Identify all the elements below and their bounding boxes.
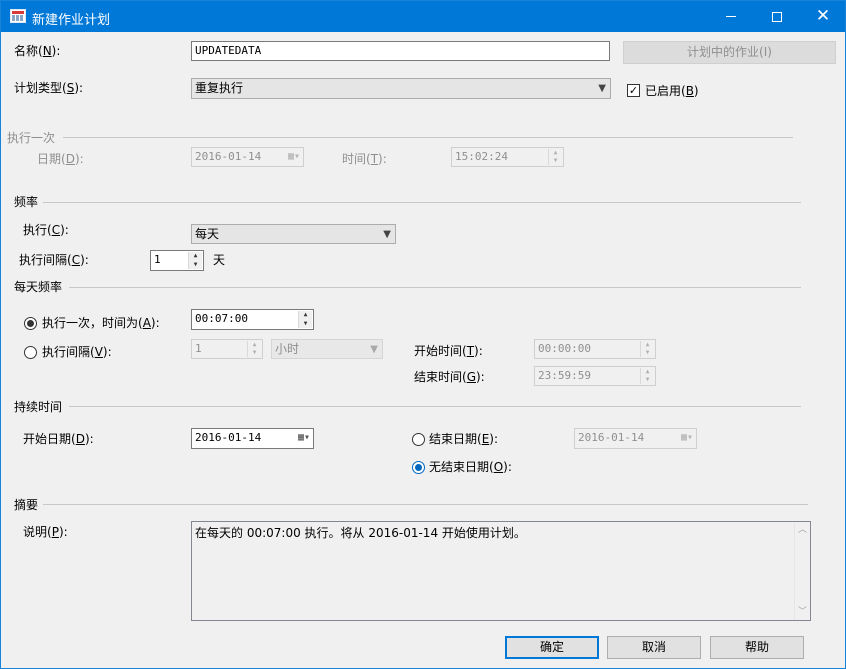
daily-frequency-divider [69, 287, 801, 288]
duration-header: 持续时间 [14, 400, 63, 414]
frequency-header: 频率 [14, 195, 39, 209]
help-button[interactable]: 帮助 [710, 636, 804, 659]
description-textarea[interactable]: 在每天的 00:07:00 执行。将从 2016-01-14 开始使用计划。 ︿… [191, 521, 811, 621]
summary-divider [43, 504, 808, 505]
title-bar: 新建作业计划 ✕ [1, 1, 845, 32]
one-time-time-input[interactable]: 15:02:24 ▲ ▼ [451, 147, 564, 167]
end-date-radio[interactable] [412, 433, 425, 446]
description-label: 说明(P): [23, 525, 68, 539]
end-time-label: 结束时间(G): [414, 370, 485, 384]
end-date-picker[interactable]: 2016-01-14 ▦▾ [574, 428, 697, 449]
spin-updown-icon[interactable]: ▲ ▼ [298, 311, 312, 328]
spin-updown-icon[interactable]: ▲ ▼ [640, 341, 654, 357]
no-end-date-radio[interactable] [412, 461, 425, 474]
occurs-once-radio[interactable] [24, 317, 37, 330]
end-time-input[interactable]: 23:59:59 ▲ ▼ [534, 366, 656, 386]
one-time-date-picker[interactable]: 2016-01-14 ▦▾ [191, 147, 304, 167]
summary-header: 摘要 [14, 498, 39, 512]
one-time-time-label: 时间(T): [342, 152, 387, 166]
occurs-every-radio[interactable] [24, 346, 37, 359]
schedule-type-label: 计划类型(S): [14, 81, 84, 95]
spin-updown-icon[interactable]: ▲ ▼ [188, 252, 202, 269]
name-label: 名称(N): [14, 44, 61, 58]
close-button[interactable]: ✕ [800, 1, 846, 32]
maximize-button[interactable] [754, 1, 800, 32]
one-time-header: 执行一次 [7, 131, 56, 145]
window-title: 新建作业计划 [32, 13, 111, 28]
ok-button[interactable]: 确定 [505, 636, 599, 659]
cancel-button[interactable]: 取消 [607, 636, 701, 659]
enabled-label: 已启用(B) [645, 84, 699, 98]
occurs-every-unit-select[interactable]: 小时 ▼ [271, 339, 383, 359]
chevron-down-icon: ▼ [598, 83, 606, 94]
checkmark-icon: ✓ [628, 84, 639, 97]
start-time-label: 开始时间(T): [414, 344, 483, 358]
schedule-type-select[interactable]: 重复执行 ▼ [191, 78, 611, 99]
schedule-dialog: 新建作业计划 ✕ 名称(N): UPDATEDATA 计划中的作业(I) 计划类… [0, 0, 846, 669]
occurs-once-label: 执行一次，时间为(A): [42, 316, 160, 330]
jobs-in-schedule-button[interactable]: 计划中的作业(I) [623, 41, 836, 64]
description-scrollbar[interactable]: ︿ ﹀ [794, 522, 810, 620]
scroll-up-icon[interactable]: ︿ [795, 522, 810, 538]
occurs-every-label: 执行间隔(V): [42, 345, 112, 359]
end-date-label: 结束日期(E): [429, 432, 499, 446]
description-text: 在每天的 00:07:00 执行。将从 2016-01-14 开始使用计划。 [195, 526, 526, 540]
enabled-checkbox[interactable]: ✓ [627, 84, 640, 97]
occurs-once-time-input[interactable]: 00:07:00 ▲ ▼ [191, 309, 314, 330]
occurs-select[interactable]: 每天 ▼ [191, 224, 396, 244]
calendar-icon[interactable]: ▦▾ [298, 431, 310, 445]
frequency-divider [43, 202, 801, 203]
spin-updown-icon[interactable]: ▲ ▼ [548, 149, 562, 165]
recurs-input[interactable]: 1 ▲ ▼ [150, 250, 204, 271]
start-date-picker[interactable]: 2016-01-14 ▦▾ [191, 428, 314, 449]
recurs-unit: 天 [213, 253, 226, 267]
spin-updown-icon[interactable]: ▲ ▼ [640, 368, 654, 384]
no-end-date-label: 无结束日期(O): [429, 460, 512, 474]
calendar-icon[interactable]: ▦▾ [681, 431, 693, 445]
scroll-down-icon[interactable]: ﹀ [795, 604, 810, 620]
start-time-input[interactable]: 00:00:00 ▲ ▼ [534, 339, 656, 359]
duration-divider [69, 406, 801, 407]
schedule-calendar-icon [10, 9, 26, 23]
name-input[interactable]: UPDATEDATA [191, 41, 610, 61]
occurs-label: 执行(C): [23, 223, 69, 237]
occurs-every-input[interactable]: 1 ▲ ▼ [191, 339, 263, 359]
one-time-divider [63, 137, 793, 138]
chevron-down-icon: ▼ [383, 229, 391, 240]
recurs-label: 执行间隔(C): [19, 253, 89, 267]
calendar-icon[interactable]: ▦▾ [288, 150, 300, 164]
start-date-label: 开始日期(D): [23, 432, 94, 446]
minimize-button[interactable] [708, 1, 754, 32]
chevron-down-icon: ▼ [370, 344, 378, 355]
one-time-date-label: 日期(D): [37, 152, 84, 166]
daily-frequency-header: 每天频率 [14, 280, 63, 294]
spin-updown-icon[interactable]: ▲ ▼ [247, 341, 261, 357]
